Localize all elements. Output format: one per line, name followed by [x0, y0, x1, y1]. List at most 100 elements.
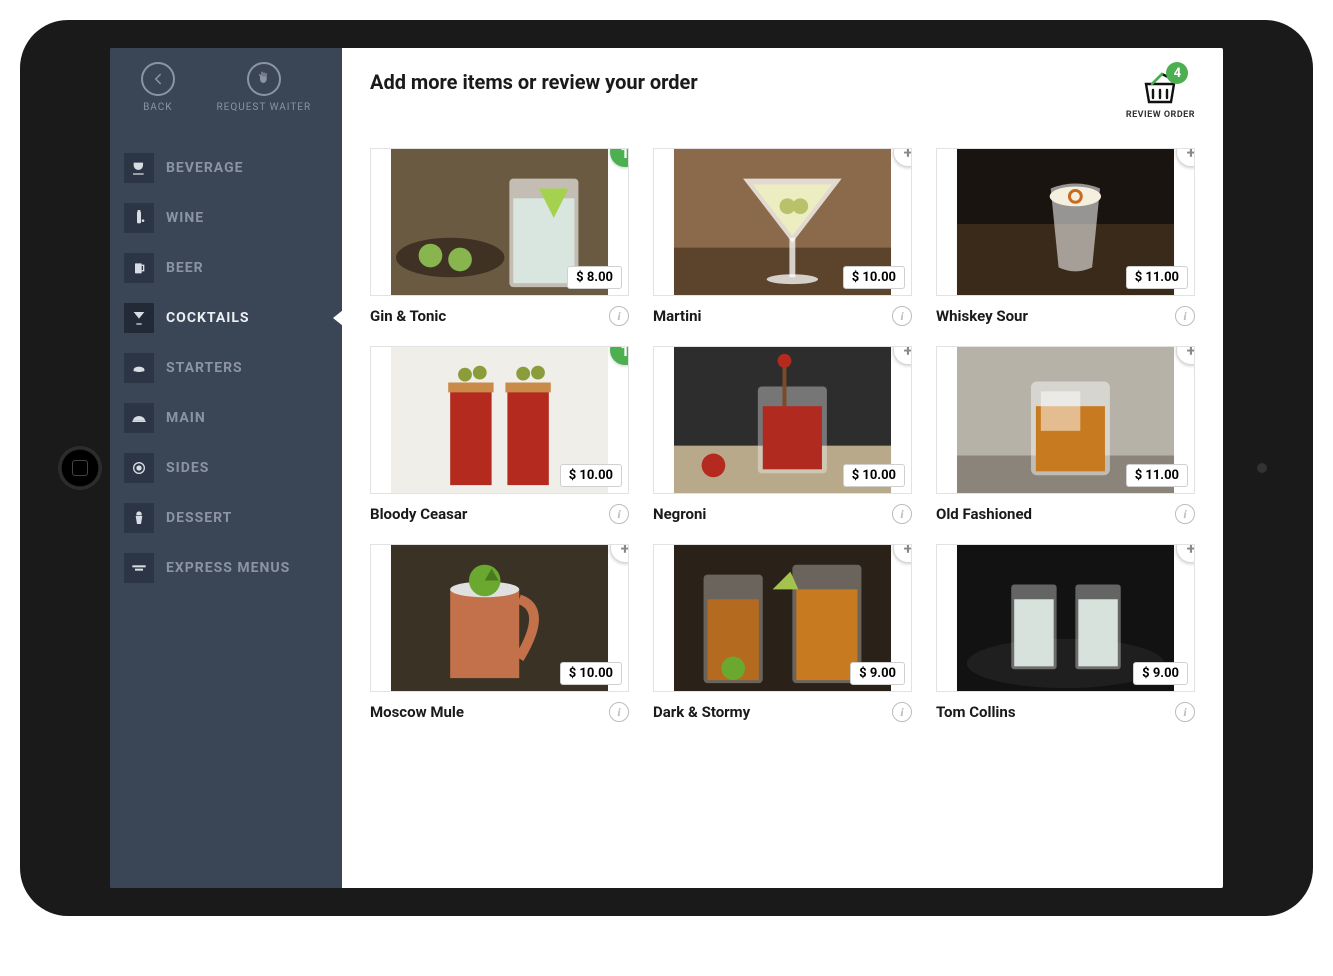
- category-label: STARTERS: [166, 360, 243, 376]
- product-footer: Negroni i: [653, 494, 912, 524]
- category-icon: [124, 203, 154, 233]
- info-icon[interactable]: i: [1175, 504, 1195, 524]
- product-image: +$ 10.00: [370, 544, 629, 692]
- category-icon: [124, 403, 154, 433]
- review-order-label: REVIEW ORDER: [1126, 110, 1195, 120]
- product-price: $ 11.00: [1126, 464, 1188, 487]
- product-price: $ 10.00: [843, 464, 905, 487]
- product-footer: Old Fashioned i: [936, 494, 1195, 524]
- sidebar-item-sides[interactable]: SIDES: [110, 443, 342, 493]
- product-image: 1$ 8.00: [370, 148, 629, 296]
- product-name: Gin & Tonic: [370, 307, 446, 325]
- request-waiter-label: REQUEST WAITER: [216, 102, 311, 113]
- category-icon: [124, 353, 154, 383]
- sidebar-item-beer[interactable]: BEER: [110, 243, 342, 293]
- category-label: EXPRESS MENUS: [166, 560, 290, 576]
- product-price: $ 9.00: [1133, 662, 1188, 685]
- category-icon: [124, 253, 154, 283]
- main-content: Add more items or review your order 4: [342, 48, 1223, 888]
- product-name: Martini: [653, 307, 701, 325]
- review-order-button[interactable]: 4 REVIEW ORDER: [1126, 70, 1195, 120]
- page-title: Add more items or review your order: [370, 70, 698, 94]
- sidebar-item-express-menus[interactable]: EXPRESS MENUS: [110, 543, 342, 593]
- info-icon[interactable]: i: [1175, 702, 1195, 722]
- product-price: $ 10.00: [560, 464, 622, 487]
- category-icon: [124, 553, 154, 583]
- back-arrow-icon: [141, 62, 175, 96]
- product-name: Dark & Stormy: [653, 703, 750, 721]
- product-name: Moscow Mule: [370, 703, 464, 721]
- product-price: $ 10.00: [843, 266, 905, 289]
- tablet-camera: [1257, 463, 1267, 473]
- product-image: +$ 11.00: [936, 346, 1195, 494]
- info-icon[interactable]: i: [609, 306, 629, 326]
- app-screen: BACK REQUEST WAITER BEVERAGE WINE BEER COCK…: [110, 48, 1223, 888]
- product-footer: Gin & Tonic i: [370, 296, 629, 326]
- product-footer: Dark & Stormy i: [653, 692, 912, 722]
- product-name: Whiskey Sour: [936, 307, 1028, 325]
- product-footer: Bloody Ceasar i: [370, 494, 629, 524]
- product-price: $ 8.00: [567, 266, 622, 289]
- category-icon: [124, 153, 154, 183]
- product-image: +$ 9.00: [653, 544, 912, 692]
- category-icon: [124, 303, 154, 333]
- product-name: Tom Collins: [936, 703, 1016, 721]
- product-footer: Whiskey Sour i: [936, 296, 1195, 326]
- sidebar: BACK REQUEST WAITER BEVERAGE WINE BEER COCK…: [110, 48, 342, 888]
- sidebar-item-beverage[interactable]: BEVERAGE: [110, 143, 342, 193]
- product-card[interactable]: +$ 10.00 Moscow Mule i: [370, 544, 629, 722]
- request-waiter-button[interactable]: REQUEST WAITER: [216, 62, 311, 113]
- product-footer: Moscow Mule i: [370, 692, 629, 722]
- category-list: BEVERAGE WINE BEER COCKTAILS STARTERS MAIN SID…: [110, 143, 342, 593]
- product-footer: Tom Collins i: [936, 692, 1195, 722]
- product-name: Old Fashioned: [936, 505, 1032, 523]
- cart-count-badge: 4: [1166, 62, 1188, 84]
- sidebar-item-dessert[interactable]: DESSERT: [110, 493, 342, 543]
- product-image: +$ 10.00: [653, 148, 912, 296]
- basket-icon: 4: [1140, 70, 1180, 106]
- category-label: SIDES: [166, 460, 209, 476]
- product-card[interactable]: +$ 10.00 Martini i: [653, 148, 912, 326]
- product-image: +$ 10.00: [653, 346, 912, 494]
- product-footer: Martini i: [653, 296, 912, 326]
- product-grid: 1$ 8.00Gin & Tonici+$ 10.00Martinii+$ 11…: [370, 148, 1195, 722]
- category-label: DESSERT: [166, 510, 232, 526]
- product-image: +$ 11.00: [936, 148, 1195, 296]
- product-price: $ 11.00: [1126, 266, 1188, 289]
- product-price: $ 10.00: [560, 662, 622, 685]
- product-name: Bloody Ceasar: [370, 505, 467, 523]
- category-label: COCKTAILS: [166, 310, 250, 326]
- product-image: 1$ 10.00: [370, 346, 629, 494]
- sidebar-item-starters[interactable]: STARTERS: [110, 343, 342, 393]
- main-header: Add more items or review your order 4: [370, 70, 1195, 120]
- info-icon[interactable]: i: [609, 702, 629, 722]
- sidebar-item-wine[interactable]: WINE: [110, 193, 342, 243]
- product-image: +$ 9.00: [936, 544, 1195, 692]
- product-card[interactable]: +$ 10.00 Negroni i: [653, 346, 912, 524]
- category-label: BEVERAGE: [166, 160, 244, 176]
- info-icon[interactable]: i: [892, 504, 912, 524]
- product-name: Negroni: [653, 505, 706, 523]
- info-icon[interactable]: i: [1175, 306, 1195, 326]
- back-label: BACK: [143, 102, 172, 113]
- category-label: BEER: [166, 260, 204, 276]
- product-card[interactable]: 1$ 10.00 Bloody Ceasar i: [370, 346, 629, 524]
- category-icon: [124, 453, 154, 483]
- info-icon[interactable]: i: [609, 504, 629, 524]
- product-card[interactable]: +$ 11.00 Whiskey Sour i: [936, 148, 1195, 326]
- back-button[interactable]: BACK: [141, 62, 175, 113]
- category-label: MAIN: [166, 410, 206, 426]
- hand-icon: [247, 62, 281, 96]
- product-card[interactable]: +$ 9.00 Tom Collins i: [936, 544, 1195, 722]
- sidebar-item-main[interactable]: MAIN: [110, 393, 342, 443]
- sidebar-top-actions: BACK REQUEST WAITER: [110, 48, 342, 125]
- sidebar-item-cocktails[interactable]: COCKTAILS: [110, 293, 342, 343]
- category-icon: [124, 503, 154, 533]
- product-card[interactable]: 1$ 8.00 Gin & Tonic i: [370, 148, 629, 326]
- product-card[interactable]: +$ 9.00 Dark & Stormy i: [653, 544, 912, 722]
- product-card[interactable]: +$ 11.00 Old Fashioned i: [936, 346, 1195, 524]
- info-icon[interactable]: i: [892, 306, 912, 326]
- tablet-home-button[interactable]: [58, 446, 102, 490]
- product-price: $ 9.00: [850, 662, 905, 685]
- info-icon[interactable]: i: [892, 702, 912, 722]
